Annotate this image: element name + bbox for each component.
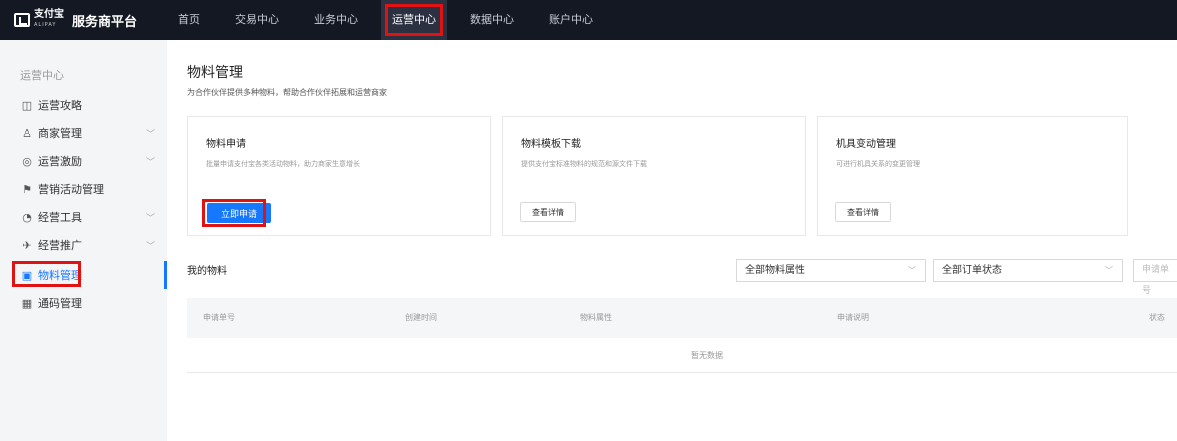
chevron-down-icon: ﹀	[908, 266, 916, 275]
sidebar-item-label: 运营激励	[38, 155, 82, 168]
order-status-select[interactable]: 全部订单状态 ﹀	[933, 259, 1123, 282]
card-material-apply: 物料申请 批量申请支付宝各类活动物料，助力商家生意增长 立即申请	[187, 116, 491, 236]
input-placeholder: 申请单号	[1142, 265, 1170, 296]
wallet-icon: ◎	[22, 154, 32, 168]
sidebar-item-label: 物料管理	[38, 269, 82, 282]
select-value: 全部物料属性	[745, 265, 805, 276]
card-template-download: 物料模板下载 提供支付宝标准物料的规范和源文件下载 查看详情	[502, 116, 806, 236]
sidebar-item-guide[interactable]: ◫ 运营攻略	[0, 91, 167, 119]
chevron-down-icon: ﹀	[1105, 266, 1113, 275]
sidebar-item-label: 经营推广	[38, 239, 82, 252]
view-details-button[interactable]: 查看详情	[835, 202, 891, 222]
view-details-button[interactable]: 查看详情	[520, 202, 576, 222]
material-icon: ▣	[21, 268, 33, 282]
column-order-no: 申请单号	[203, 313, 235, 322]
nav-operation-center[interactable]: 运营中心	[381, 0, 447, 40]
book-icon: ◫	[21, 98, 33, 112]
sidebar-item-marketing[interactable]: ⚑ 营销活动管理	[0, 175, 167, 203]
sidebar-item-label: 商家管理	[38, 127, 82, 140]
my-materials-label: 我的物料	[187, 266, 227, 277]
card-title: 机具变动管理	[836, 139, 896, 150]
chevron-down-icon: ﹀	[145, 213, 155, 224]
select-value: 全部订单状态	[942, 265, 1002, 276]
top-bar: 支付宝 ALIPAY 服务商平台 首页 交易中心 业务中心 运营中心 数据中心 …	[0, 0, 1177, 40]
brand[interactable]: 支付宝 ALIPAY 服务商平台	[0, 0, 168, 40]
gauge-icon: ◔	[22, 210, 32, 224]
users-icon: ♙	[22, 126, 32, 140]
sidebar-header: 运营中心	[20, 69, 64, 82]
column-status: 状态	[1149, 313, 1165, 322]
sidebar-item-merchant[interactable]: ♙ 商家管理 ﹀	[0, 119, 167, 147]
chevron-down-icon: ﹀	[145, 129, 155, 140]
sidebar: 运营中心 ◫ 运营攻略 ♙ 商家管理 ﹀ ◎ 运营激励 ﹀ ⚑ 营销活动管理 ◔…	[0, 40, 167, 441]
chevron-down-icon: ﹀	[145, 241, 155, 252]
sidebar-item-material[interactable]: ▣ 物料管理	[0, 261, 167, 289]
order-no-search-input[interactable]: 申请单号	[1133, 259, 1177, 296]
table-header: 申请单号 创建时间 物料属性 申请说明 状态	[187, 298, 1177, 338]
table-empty-row: 暂无数据	[187, 338, 1177, 373]
sidebar-item-promotion[interactable]: ✈ 经营推广 ﹀	[0, 231, 167, 259]
card-title: 物料模板下载	[521, 139, 581, 150]
sidebar-item-label: 运营攻略	[38, 99, 82, 112]
page-title: 物料管理	[187, 65, 243, 81]
card-desc: 提供支付宝标准物料的规范和源文件下载	[521, 160, 647, 168]
card-desc: 批量申请支付宝各类活动物料，助力商家生意增长	[206, 160, 360, 168]
sidebar-item-qrcode[interactable]: ▦ 通码管理	[0, 289, 167, 317]
sidebar-item-label: 营销活动管理	[38, 183, 104, 196]
material-attr-select[interactable]: 全部物料属性 ﹀	[736, 259, 926, 282]
top-nav: 首页 交易中心 业务中心 运营中心 数据中心 账户中心	[168, 0, 616, 40]
nav-data-center[interactable]: 数据中心	[458, 0, 526, 40]
ticket-icon: ⚑	[22, 182, 32, 196]
sidebar-item-label: 通码管理	[38, 297, 82, 310]
send-icon: ✈	[22, 238, 32, 252]
alipay-logo-icon	[14, 13, 30, 27]
nav-business-center[interactable]: 业务中心	[302, 0, 370, 40]
chevron-down-icon: ﹀	[145, 157, 155, 168]
sidebar-item-tools[interactable]: ◔ 经营工具 ﹀	[0, 203, 167, 231]
brand-title: 服务商平台	[72, 14, 138, 30]
brand-mark: 支付宝 ALIPAY	[34, 10, 64, 30]
brand-mark-text: 支付宝	[34, 9, 64, 20]
column-material-attr: 物料属性	[580, 313, 612, 322]
card-title: 物料申请	[206, 139, 246, 150]
empty-text: 暂无数据	[691, 351, 723, 360]
nav-trade-center[interactable]: 交易中心	[223, 0, 291, 40]
page-subtitle: 为合作伙伴提供多种物料，帮助合作伙伴拓展和运营商家	[187, 88, 387, 97]
qrcode-icon: ▦	[21, 296, 33, 310]
nav-account-center[interactable]: 账户中心	[537, 0, 605, 40]
column-created-time: 创建时间	[405, 313, 437, 322]
nav-home[interactable]: 首页	[166, 0, 212, 40]
apply-now-button[interactable]: 立即申请	[207, 203, 271, 223]
column-apply-note: 申请说明	[837, 313, 869, 322]
card-device-change: 机具变动管理 可进行机具关系的变更管理 查看详情	[817, 116, 1128, 236]
sidebar-item-incentive[interactable]: ◎ 运营激励 ﹀	[0, 147, 167, 175]
sidebar-item-label: 经营工具	[38, 211, 82, 224]
card-desc: 可进行机具关系的变更管理	[836, 160, 920, 168]
brand-mark-en: ALIPAY	[34, 22, 57, 28]
